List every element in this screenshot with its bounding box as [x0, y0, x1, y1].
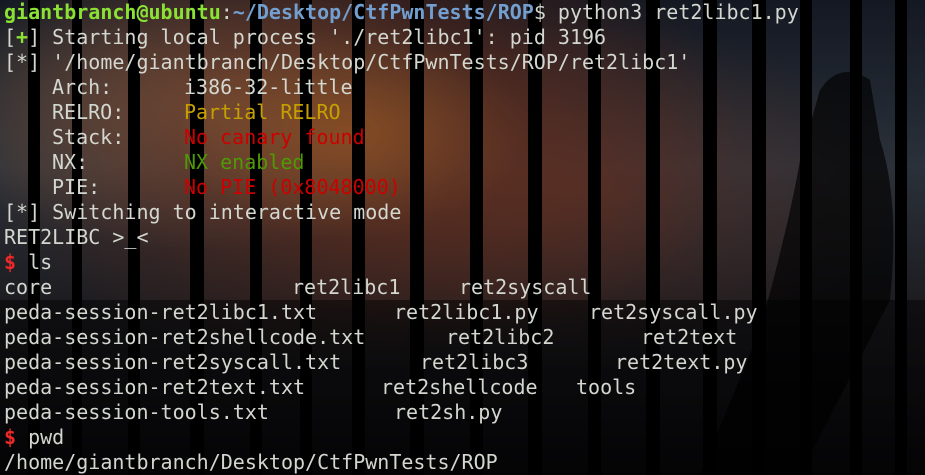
checksec-stack-line: Stack: No canary found — [4, 125, 925, 150]
checksec-label: RELRO: — [52, 100, 125, 124]
ls-entry: ret2shellcode — [381, 375, 538, 399]
binary-path-line: [*] '/home/giantbranch/Desktop/CtfPwnTes… — [4, 50, 691, 74]
ls-entry: tools — [576, 375, 637, 399]
checksec-value: i386-32-little — [184, 75, 353, 99]
prompt-symbol: $ — [533, 0, 546, 24]
process-start-line: [+] Starting local process './ret2libc1'… — [4, 25, 925, 50]
ls-entry: ret2text — [641, 325, 738, 349]
checksec-value: NX enabled — [184, 150, 305, 174]
ls-output-row: peda-session-ret2shellcode.txt ret2libc2 r… — [4, 325, 925, 350]
ls-entry: peda-session-ret2shellcode.txt — [4, 325, 366, 349]
checksec-value: Partial RELRO — [184, 100, 341, 124]
ls-entry: ret2libc1 — [292, 275, 401, 299]
terminal-window[interactable]: giantbranch@ubuntu:~/Desktop/CtfPwnTests… — [0, 0, 925, 475]
checksec-label: NX: — [52, 150, 89, 174]
ls-entry: peda-session-ret2libc1.txt — [4, 300, 318, 324]
process-bracket-open: [ — [4, 25, 17, 49]
prompt-colon: : — [220, 0, 233, 24]
ls-entry: peda-session-ret2syscall.txt — [4, 350, 342, 374]
ls-entry: ret2libc2 — [446, 325, 555, 349]
checksec-label: Arch: — [52, 75, 113, 99]
shell-prompt-symbol: $ — [4, 250, 17, 274]
checksec-value: No PIE (0x8048000) — [184, 175, 401, 199]
shell-prompt-symbol: $ — [4, 425, 17, 449]
process-text: Starting local process './ret2libc1': pi… — [40, 25, 607, 49]
checksec-label: PIE: — [52, 175, 101, 199]
ls-entry: ret2syscall.py — [589, 300, 758, 324]
process-bracket-close: ] — [28, 25, 41, 49]
ls-entry: peda-session-tools.txt — [4, 400, 269, 424]
checksec-pie-line: PIE: No PIE (0x8048000) — [4, 175, 925, 200]
ls-entry: ret2syscall — [459, 275, 592, 299]
pwd-command-line: $ pwd — [4, 425, 925, 450]
ls-output-row: peda-session-ret2syscall.txt ret2libc3 ret… — [4, 350, 925, 375]
ls-command-line: $ ls — [4, 250, 925, 275]
ls-output-row: peda-session-ret2text.txt ret2shellcode to… — [4, 375, 925, 400]
terminal-content[interactable]: giantbranch@ubuntu:~/Desktop/CtfPwnTests… — [0, 0, 925, 475]
pwd-output: /home/giantbranch/Desktop/CtfPwnTests/RO… — [4, 450, 498, 474]
ls-entry: ret2sh.py — [394, 400, 503, 424]
ls-entry: core — [4, 275, 53, 299]
ls-entry: ret2libc3 — [420, 350, 529, 374]
ls-entry: ret2libc1.py — [394, 300, 539, 324]
checksec-label: Stack: — [52, 125, 125, 149]
command-prompt-line: giantbranch@ubuntu:~/Desktop/CtfPwnTests… — [4, 0, 925, 25]
prompt-command: python3 ret2libc1.py — [557, 0, 799, 24]
prompt-path: ~/Desktop/CtfPwnTests/ROP — [232, 0, 534, 24]
process-success-mark: + — [16, 25, 29, 49]
ls-output-row: core ret2libc1 ret2syscall — [4, 275, 925, 300]
ls-entry: ret2text.py — [615, 350, 748, 374]
ls-entry: peda-session-ret2text.txt — [4, 375, 306, 399]
ls-output-row: peda-session-tools.txt ret2sh.py — [4, 400, 925, 425]
program-banner: RET2LIBC >_< — [4, 225, 149, 249]
ls-command: ls — [28, 250, 53, 274]
interactive-mode-line: [*] Switching to interactive mode — [4, 200, 402, 224]
checksec-nx-line: NX: NX enabled — [4, 150, 925, 175]
checksec-relro-line: RELRO: Partial RELRO — [4, 100, 925, 125]
checksec-value: No canary found — [184, 125, 365, 149]
prompt-user-host: giantbranch@ubuntu — [4, 0, 221, 24]
pwd-command: pwd — [28, 425, 65, 449]
checksec-arch-line: Arch: i386-32-little — [4, 75, 925, 100]
ls-output-row: peda-session-ret2libc1.txt ret2libc1.py re… — [4, 300, 925, 325]
